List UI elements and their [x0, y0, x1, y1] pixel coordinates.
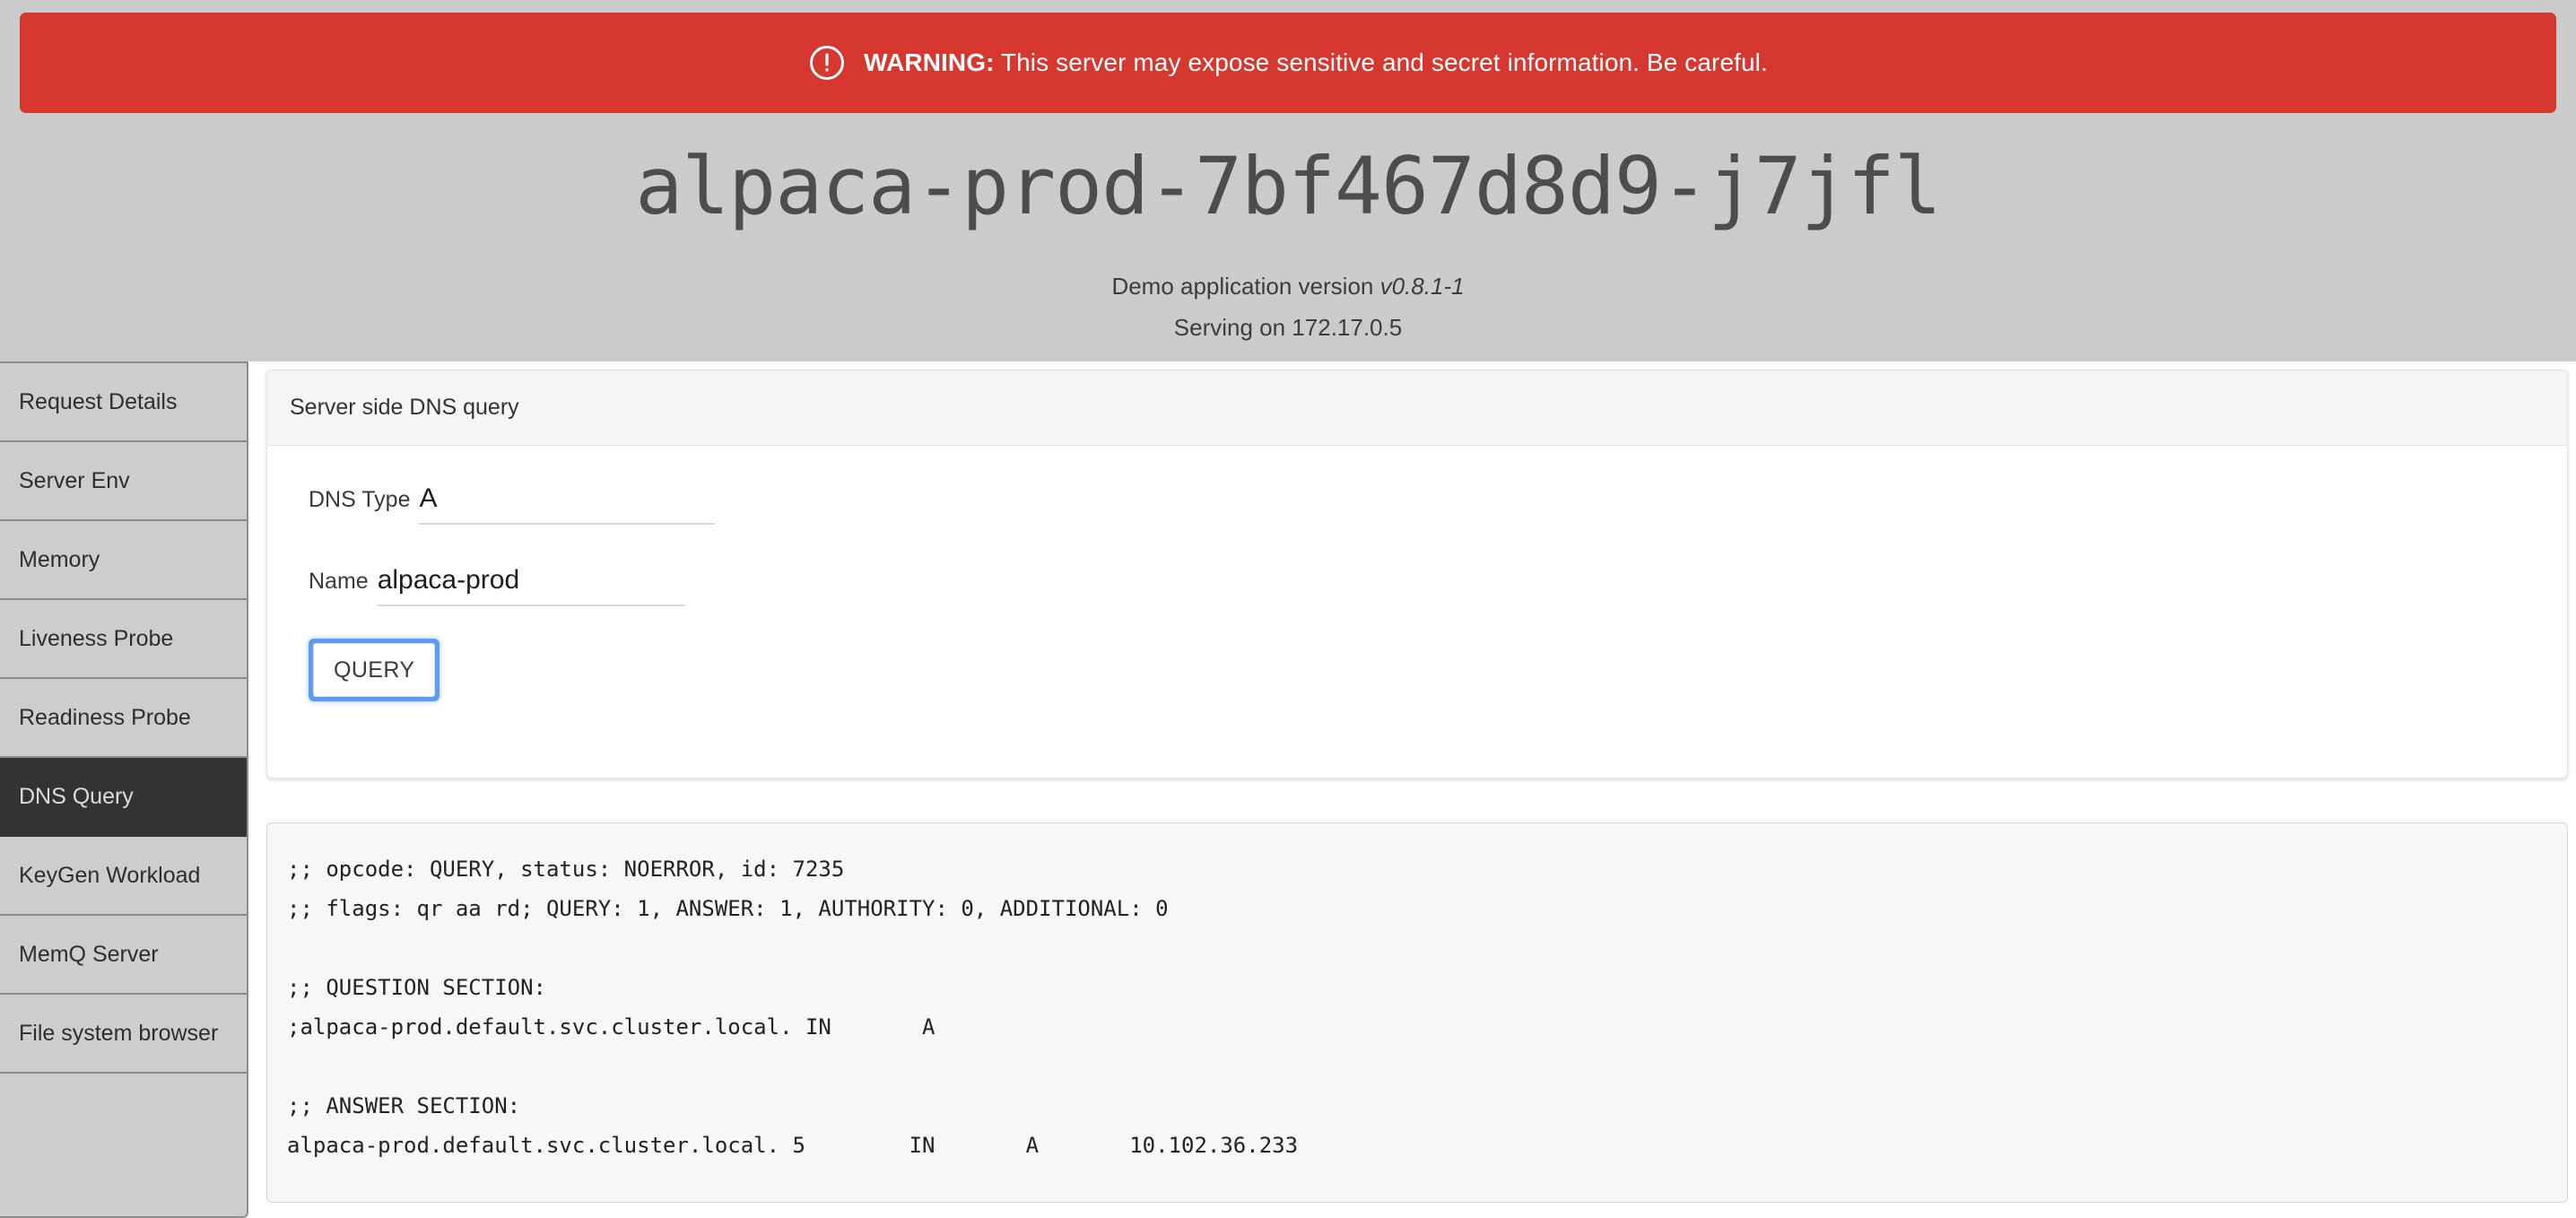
sidebar-item-label: Liveness Probe	[19, 625, 174, 651]
dns-name-label: Name	[309, 569, 369, 594]
sidebar-item-server-env[interactable]: Server Env	[0, 442, 247, 521]
query-button[interactable]: QUERY	[313, 643, 436, 697]
alert-circle-icon	[810, 46, 845, 80]
sidebar-item-label: File system browser	[19, 1020, 219, 1046]
sidebar-item-file-system-browser[interactable]: File system browser	[0, 995, 247, 1074]
sidebar-item-label: Server Env	[19, 467, 130, 493]
dns-type-input[interactable]	[419, 483, 716, 525]
main-content: Server side DNS query DNS Type Name QUER…	[248, 361, 2576, 1218]
dns-type-row: DNS Type	[309, 483, 716, 525]
dns-type-label: DNS Type	[309, 487, 411, 512]
app-version-value: v0.8.1-1	[1379, 273, 1465, 300]
sidebar-item-label: KeyGen Workload	[19, 862, 201, 888]
dns-name-row: Name	[309, 565, 684, 606]
app-version-prefix: Demo application version	[1111, 273, 1380, 300]
app-root: WARNING: This server may expose sensitiv…	[0, 0, 2576, 1218]
sidebar-item-memory[interactable]: Memory	[0, 521, 247, 600]
sidebar-item-readiness-probe[interactable]: Readiness Probe	[0, 679, 247, 758]
warning-text: WARNING: This server may expose sensitiv…	[864, 50, 1768, 75]
sidebar-filler	[0, 1074, 247, 1199]
sidebar-item-liveness-probe[interactable]: Liveness Probe	[0, 600, 247, 679]
sidebar-item-label: MemQ Server	[19, 941, 159, 967]
sidebar-item-request-details[interactable]: Request Details	[0, 363, 247, 442]
sidebar-item-label: DNS Query	[19, 783, 134, 809]
dns-output-panel: ;; opcode: QUERY, status: NOERROR, id: 7…	[266, 822, 2568, 1203]
sidebar-nav: Request Details Server Env Memory Livene…	[0, 361, 248, 1218]
sidebar-item-label: Readiness Probe	[19, 704, 191, 730]
sidebar-item-dns-query[interactable]: DNS Query	[0, 758, 247, 837]
dns-query-card: Server side DNS query DNS Type Name QUER…	[266, 370, 2568, 779]
dns-query-form: DNS Type Name QUERY	[267, 446, 2567, 778]
sidebar-item-label: Memory	[19, 546, 100, 572]
warning-banner: WARNING: This server may expose sensitiv…	[20, 13, 2556, 113]
dns-output-text: ;; opcode: QUERY, status: NOERROR, id: 7…	[287, 857, 1299, 1158]
sidebar-item-keygen-workload[interactable]: KeyGen Workload	[0, 837, 247, 916]
warning-label: WARNING:	[864, 48, 995, 76]
dns-query-card-title: Server side DNS query	[267, 370, 2567, 446]
page-title: alpaca-prod-7bf467d8d9-j7jfl	[635, 140, 1941, 232]
page-header: WARNING: This server may expose sensitiv…	[0, 0, 2576, 361]
dns-name-input[interactable]	[377, 565, 684, 606]
sidebar-item-memq-server[interactable]: MemQ Server	[0, 916, 247, 995]
query-button-focus-ring: QUERY	[309, 639, 440, 701]
warning-message: This server may expose sensitive and sec…	[994, 48, 1768, 76]
serving-address-line: Serving on 172.17.0.5	[1173, 314, 1403, 341]
sidebar-item-label: Request Details	[19, 388, 178, 414]
app-version-line: Demo application version v0.8.1-1	[0, 273, 2576, 300]
